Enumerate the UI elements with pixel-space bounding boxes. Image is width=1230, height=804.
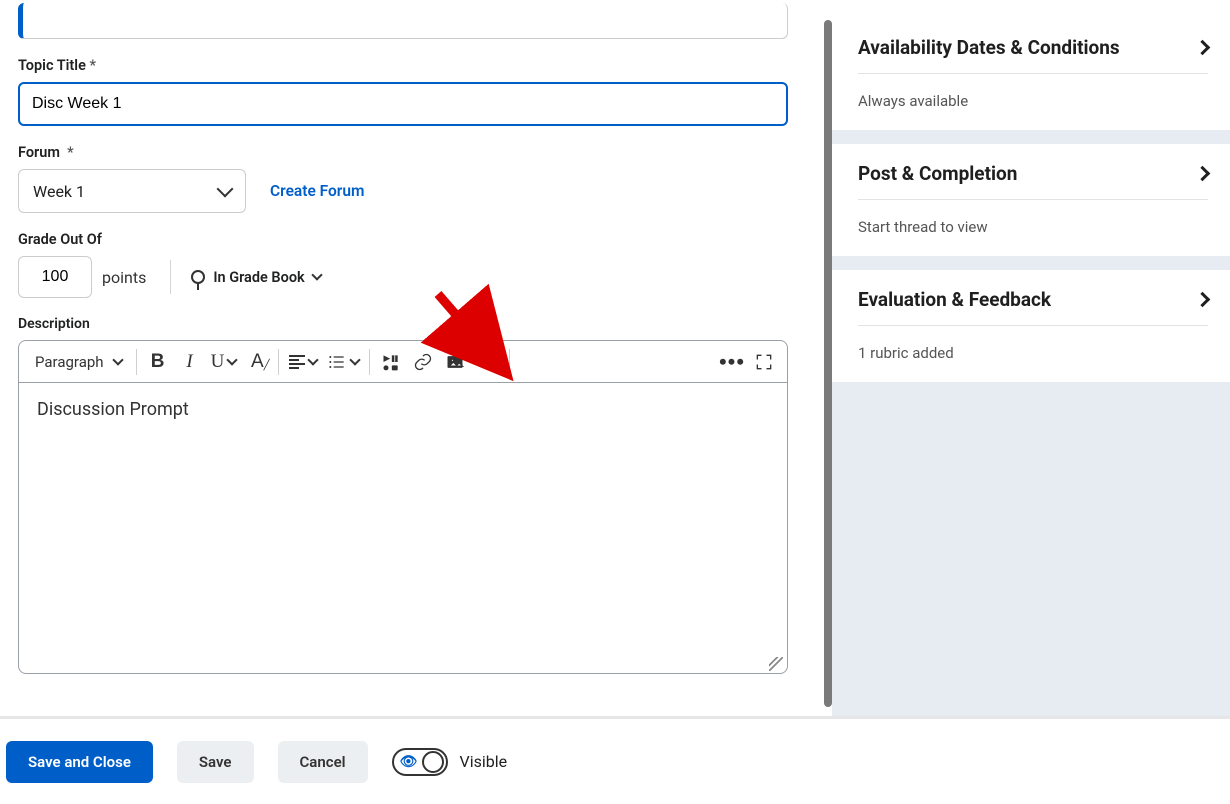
sidebar: Availability Dates & Conditions Always a… xyxy=(832,0,1230,717)
sidebar-section-evaluation[interactable]: Evaluation & Feedback 1 rubric added xyxy=(832,270,1230,382)
chevron-down-icon xyxy=(217,181,234,198)
forum-label: Forum * xyxy=(18,144,824,161)
underline-button[interactable]: U xyxy=(207,347,241,377)
editor-toolbar: Paragraph B I U A╱ xyxy=(19,341,787,383)
visibility-label: Visible xyxy=(460,752,508,771)
topic-title-label: Topic Title * xyxy=(18,57,824,74)
divider xyxy=(170,260,171,294)
forum-select[interactable]: Week 1 xyxy=(18,169,246,213)
list-button[interactable] xyxy=(323,347,363,377)
insert-more-button[interactable]: + xyxy=(472,347,503,377)
align-left-icon xyxy=(289,355,305,369)
description-textarea[interactable]: Discussion Prompt xyxy=(19,383,787,673)
save-button[interactable]: Save xyxy=(177,741,254,783)
sidebar-section-title: Evaluation & Feedback xyxy=(858,288,1051,311)
chevron-right-icon xyxy=(1195,292,1211,308)
toolbar-divider xyxy=(278,349,279,375)
bold-button[interactable]: B xyxy=(143,347,173,377)
in-grade-book-toggle[interactable]: In Grade Book xyxy=(187,263,324,292)
chevron-down-icon xyxy=(227,354,238,365)
footer-bar: Save and Close Save Cancel 👁 Visible xyxy=(0,716,1230,804)
topic-title-input[interactable] xyxy=(18,82,788,126)
visibility-toggle[interactable]: 👁 xyxy=(392,748,448,776)
chevron-right-icon xyxy=(1195,166,1211,182)
forum-selected-value: Week 1 xyxy=(33,182,85,201)
rich-text-editor: Paragraph B I U A╱ xyxy=(18,340,788,674)
insert-image-button[interactable] xyxy=(440,347,470,377)
scrollbar[interactable] xyxy=(824,20,832,707)
cancel-button[interactable]: Cancel xyxy=(278,741,368,783)
eye-icon: 👁 xyxy=(400,754,418,770)
chevron-down-icon xyxy=(308,354,319,365)
resize-handle[interactable] xyxy=(769,657,783,671)
insert-link-button[interactable] xyxy=(408,347,438,377)
grade-points-input[interactable] xyxy=(18,256,92,298)
sidebar-section-post-completion[interactable]: Post & Completion Start thread to view xyxy=(832,144,1230,256)
grade-out-of-label: Grade Out Of xyxy=(18,231,824,248)
image-icon xyxy=(445,352,465,372)
list-icon xyxy=(327,352,347,372)
chevron-down-icon xyxy=(350,354,361,365)
sidebar-section-body: Start thread to view xyxy=(858,200,1208,236)
sidebar-section-availability[interactable]: Availability Dates & Conditions Always a… xyxy=(832,0,1230,130)
sidebar-section-title: Availability Dates & Conditions xyxy=(858,36,1120,59)
toolbar-divider xyxy=(136,349,137,375)
insert-stuff-icon xyxy=(381,352,401,372)
sidebar-section-body: 1 rubric added xyxy=(858,326,1208,362)
chevron-down-icon xyxy=(311,269,322,280)
key-icon xyxy=(191,270,205,284)
sidebar-section-title: Post & Completion xyxy=(858,162,1017,185)
fullscreen-button[interactable] xyxy=(749,347,779,377)
italic-button[interactable]: I xyxy=(175,347,205,377)
sidebar-section-body: Always available xyxy=(858,74,1208,110)
insert-stuff-button[interactable] xyxy=(376,347,406,377)
link-icon xyxy=(413,352,433,372)
points-label: points xyxy=(102,268,154,287)
align-button[interactable] xyxy=(285,347,321,377)
previous-field-fragment xyxy=(18,3,788,39)
description-label: Description xyxy=(18,316,824,332)
chevron-down-icon xyxy=(489,354,500,365)
fullscreen-icon xyxy=(754,352,774,372)
toolbar-divider xyxy=(369,349,370,375)
save-and-close-button[interactable]: Save and Close xyxy=(6,741,153,783)
clear-formatting-button[interactable]: A╱ xyxy=(242,347,272,377)
overflow-menu-button[interactable]: ••• xyxy=(717,347,747,377)
grade-book-label: In Grade Book xyxy=(213,269,304,286)
toggle-knob xyxy=(422,751,444,773)
paragraph-style-select[interactable]: Paragraph xyxy=(27,349,130,375)
toolbar-divider xyxy=(509,349,510,375)
chevron-down-icon xyxy=(112,354,123,365)
chevron-right-icon xyxy=(1195,40,1211,56)
create-forum-link[interactable]: Create Forum xyxy=(270,182,364,200)
